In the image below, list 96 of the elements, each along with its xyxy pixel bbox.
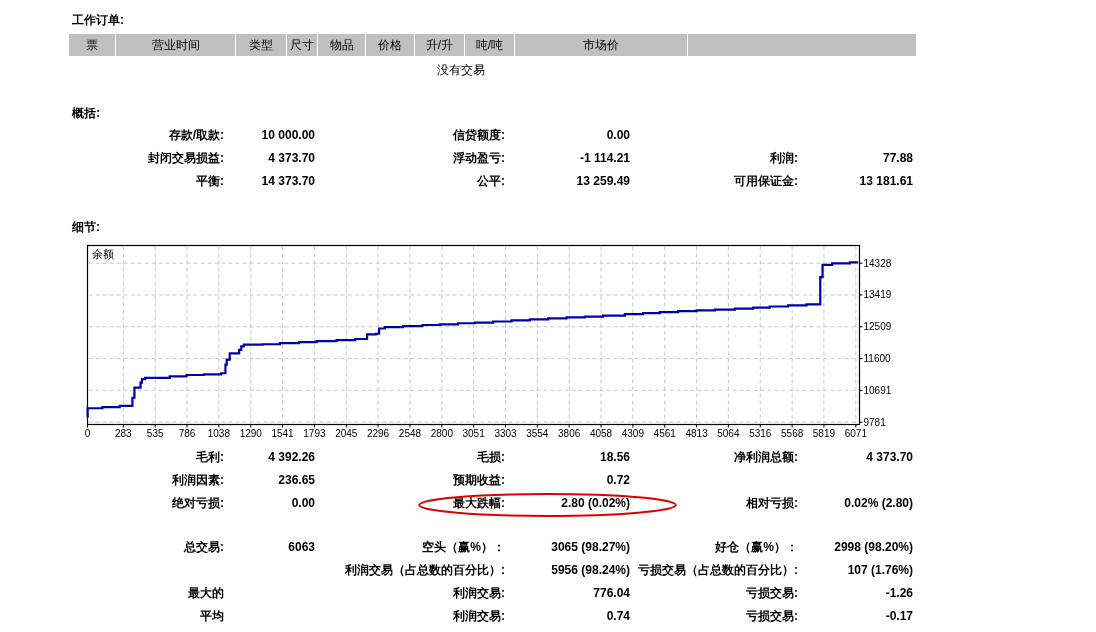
field-label: 平衡: [196,174,224,188]
field-label: 亏损交易（占总数的百分比）: [638,563,798,577]
field-label: 利润交易: [453,586,505,600]
field-value: 2.80 (0.02%) [561,496,630,510]
x-axis-label: 535 [146,428,164,439]
field-value: -0.17 [885,609,913,623]
y-axis-label: 13419 [863,289,892,301]
x-axis-label: 786 [178,428,196,439]
field-value: 10 000.00 [261,128,315,142]
field-value: 0.02% (2.80) [844,496,913,510]
x-axis-label: 3303 [494,428,517,439]
section-title: 概括: [72,106,100,120]
field-value: -1.26 [885,586,913,600]
field-value: 776.04 [593,586,630,600]
field-value: 77.88 [882,151,913,165]
x-axis-label: 3554 [526,428,549,439]
x-axis-label: 5064 [717,428,740,439]
x-axis-label: 1290 [239,428,262,439]
x-axis-label: 4813 [685,428,708,439]
field-value: 3065 (98.27%) [551,540,630,554]
field-value: 107 (1.76%) [847,563,913,577]
x-axis-label: 3051 [462,428,485,439]
field-value: 0.74 [606,609,630,623]
y-axis-label: 14328 [863,257,892,269]
field-value: 5956 (98.24%) [551,563,630,577]
field-value: 0.72 [606,473,630,487]
column-header: 营业时间 [116,34,236,56]
section-title: 细节: [72,220,100,234]
field-label: 利润交易: [453,609,505,623]
x-axis-label: 5568 [781,428,804,439]
field-label: 公平: [477,174,505,188]
field-value: 0.00 [291,496,315,510]
field-label: 空头（赢%）： [422,540,505,554]
field-value: 4 373.70 [268,151,315,165]
x-axis-label: 0 [84,428,91,439]
y-axis-label: 9781 [863,416,886,428]
column-header: 吨/吨 [465,34,515,56]
x-axis-label: 4058 [589,428,613,439]
field-label: 平均 [200,609,224,623]
field-label: 净利润总额: [734,450,798,464]
x-axis-label: 5819 [812,428,836,439]
y-axis-label: 11600 [863,353,891,365]
column-header: 升/升 [415,34,465,56]
field-label: 亏损交易: [746,586,798,600]
x-axis-label: 2045 [335,428,358,439]
x-axis-label: 5316 [749,428,772,439]
y-axis-label: 12509 [863,321,892,333]
field-label: 好仓（赢%）： [715,540,798,554]
x-axis-label: 1541 [271,428,294,439]
x-axis-label: 283 [114,428,132,439]
field-value: 0.00 [606,128,630,142]
field-label: 利润: [770,151,798,165]
column-header: 尺寸 [287,34,318,56]
field-value: 4 392.26 [268,450,315,464]
field-value: 14 373.70 [261,174,315,188]
x-axis-label: 2548 [398,428,422,439]
field-value: 18.56 [599,450,630,464]
field-label: 预期收益: [453,473,505,487]
field-value: 4 373.70 [866,450,913,464]
field-value: 13 259.49 [576,174,630,188]
field-value: 2998 (98.20%) [834,540,913,554]
x-axis-label: 3806 [558,428,581,439]
column-header: 市场价 [515,34,688,56]
field-label: 存款/取款: [168,128,224,142]
field-label: 浮动盈亏: [453,151,505,165]
field-value: 6063 [288,540,315,554]
field-label: 利润交易（占总数的百分比）: [345,563,505,577]
field-value: -1 114.21 [579,151,630,165]
x-axis-label: 6071 [844,428,867,439]
x-axis-label: 4309 [621,428,644,439]
field-value: 13 181.61 [859,174,913,188]
field-label: 毛利: [196,450,224,464]
field-label: 总交易: [184,540,224,554]
column-header: 类型 [236,34,287,56]
field-label: 绝对亏损: [172,496,224,510]
field-label: 封闭交易损益: [148,151,224,165]
column-header: 票 [69,34,116,56]
column-header: 价格 [366,34,415,56]
field-label: 亏损交易: [746,609,798,623]
x-axis-label: 2296 [366,428,390,439]
x-axis-label: 4561 [653,428,676,439]
field-label: 最大的 [188,586,224,600]
field-label: 可用保证金: [734,174,798,188]
field-label: 信贷额度: [453,128,505,142]
section-title: 工作订单: [72,13,124,27]
field-label: 相对亏损: [746,496,798,510]
x-axis-label: 2800 [430,428,453,439]
series-label: 余额 [92,248,114,260]
x-axis-label: 1038 [207,428,230,439]
column-header: 物品 [318,34,366,56]
field-label: 毛损: [477,450,505,464]
field-label: 利润因素: [172,473,224,487]
empty-table-message: 没有交易 [437,63,485,77]
y-axis-label: 10691 [863,384,892,396]
field-value: 236.65 [278,473,315,487]
x-axis-label: 1793 [303,428,326,439]
